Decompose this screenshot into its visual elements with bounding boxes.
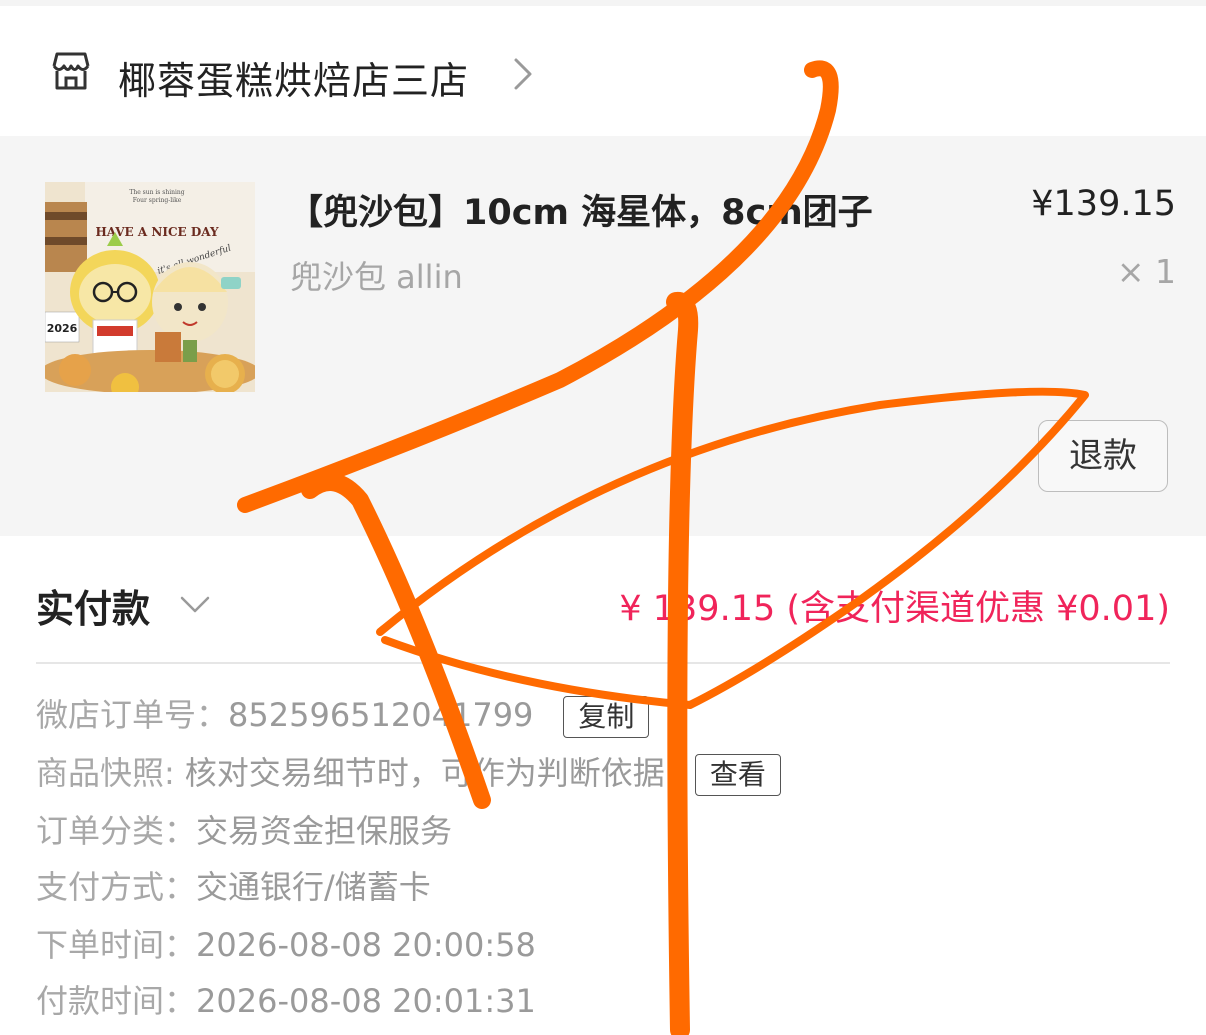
divider: [36, 662, 1170, 664]
snapshot-label: 商品快照:: [36, 754, 175, 792]
payment-time-label: 付款时间：: [36, 982, 197, 1020]
product-variant: 兜沙包 allin: [290, 258, 463, 296]
product-title[interactable]: 【兜沙包】10cm 海星体，8cm团子: [288, 184, 873, 235]
snapshot-row: 商品快照: 核对交易细节时，可作为判断依据 查看: [36, 748, 781, 796]
thumb-year: 2026: [47, 322, 78, 335]
payment-method-label: 支付方式：: [36, 868, 197, 906]
order-number-label: 微店订单号：: [36, 696, 229, 734]
category-value: 交易资金担保服务: [196, 812, 453, 850]
chevron-down-icon[interactable]: [178, 594, 212, 616]
product-card[interactable]: The sun is shining Four spring-like HAVE…: [0, 136, 1206, 536]
paid-amount-row[interactable]: 实付款 ¥ 139.15 (含支付渠道优惠 ¥0.01): [0, 536, 1206, 662]
shop-name[interactable]: 椰蓉蛋糕烘焙店三店: [118, 50, 469, 105]
order-number-value: 852596512041799: [228, 696, 534, 734]
chevron-right-icon[interactable]: [510, 54, 536, 94]
paid-amount-value: ¥ 139.15 (含支付渠道优惠 ¥0.01): [619, 589, 1170, 629]
product-price: ¥139.15: [1031, 184, 1176, 224]
category-label: 订单分类：: [36, 812, 197, 850]
view-snapshot-button[interactable]: 查看: [694, 754, 781, 796]
payment-time-row: 付款时间：2026-08-08 20:01:31: [36, 976, 536, 1022]
payment-time-value: 2026-08-08 20:01:31: [196, 982, 536, 1020]
order-number-row: 微店订单号：852596512041799 复制: [36, 690, 650, 738]
thumb-line1: The sun is shining: [129, 189, 184, 196]
product-quantity: × 1: [1116, 252, 1176, 291]
payment-method-row: 支付方式：交通银行/储蓄卡: [36, 862, 431, 908]
product-thumbnail[interactable]: The sun is shining Four spring-like HAVE…: [45, 182, 255, 392]
order-time-value: 2026-08-08 20:00:58: [196, 926, 536, 964]
storefront-icon: [52, 52, 90, 90]
shop-header[interactable]: 椰蓉蛋糕烘焙店三店: [0, 6, 1206, 136]
thumb-line2: Four spring-like: [133, 197, 182, 204]
order-time-label: 下单时间：: [36, 926, 197, 964]
copy-button[interactable]: 复制: [563, 696, 650, 738]
paid-amount-label: 实付款: [36, 587, 151, 631]
order-time-row: 下单时间：2026-08-08 20:00:58: [36, 920, 536, 966]
payment-method-value: 交通银行/储蓄卡: [196, 868, 431, 906]
snapshot-text: 核对交易细节时，可作为判断依据: [184, 754, 665, 792]
category-row: 订单分类：交易资金担保服务: [36, 806, 452, 852]
refund-button[interactable]: 退款: [1038, 420, 1168, 492]
